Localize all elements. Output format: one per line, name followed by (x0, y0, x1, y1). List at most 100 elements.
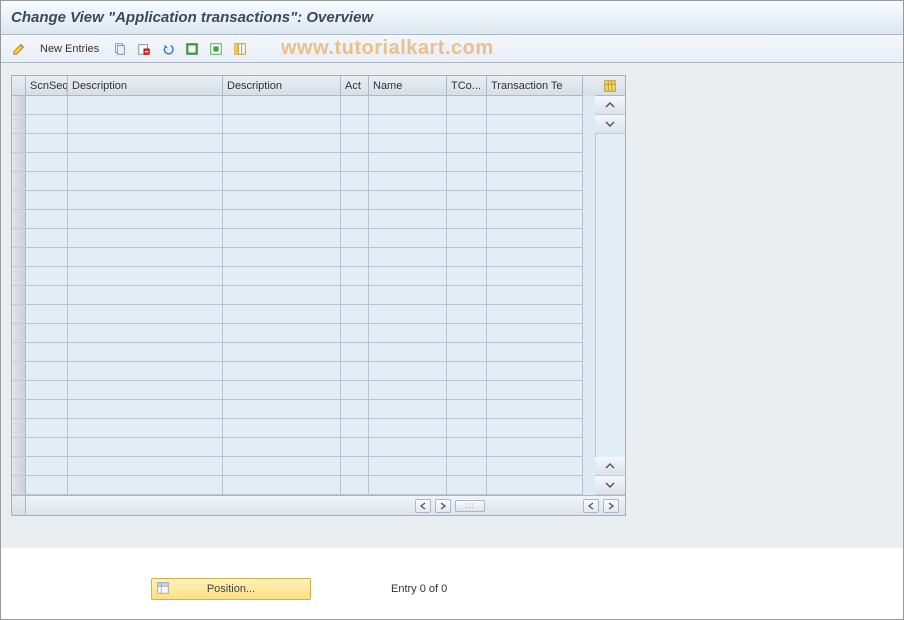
toggle-edit-button[interactable] (9, 39, 29, 59)
table-cell[interactable] (487, 191, 583, 210)
table-cell[interactable] (223, 305, 341, 324)
table-cell[interactable] (26, 419, 68, 438)
table-cell[interactable] (26, 172, 68, 191)
undo-button[interactable] (158, 39, 178, 59)
table-cell[interactable] (487, 419, 583, 438)
table-cell[interactable] (26, 324, 68, 343)
table-cell[interactable] (68, 153, 223, 172)
table-cell[interactable] (341, 286, 369, 305)
table-cell[interactable] (369, 115, 447, 134)
column-header[interactable]: TCo... (447, 76, 487, 96)
table-cell[interactable] (223, 457, 341, 476)
table-cell[interactable] (447, 343, 487, 362)
table-cell[interactable] (223, 229, 341, 248)
delete-button[interactable] (134, 39, 154, 59)
row-selector[interactable] (12, 229, 26, 248)
table-cell[interactable] (223, 191, 341, 210)
table-cell[interactable] (68, 248, 223, 267)
table-cell[interactable] (369, 400, 447, 419)
table-cell[interactable] (68, 305, 223, 324)
scroll-up-button[interactable] (595, 96, 625, 115)
table-cell[interactable] (447, 172, 487, 191)
table-cell[interactable] (68, 191, 223, 210)
row-selector[interactable] (12, 305, 26, 324)
table-cell[interactable] (26, 362, 68, 381)
table-cell[interactable] (341, 400, 369, 419)
table-cell[interactable] (487, 248, 583, 267)
scroll-down-button-bottom[interactable] (595, 476, 625, 495)
table-cell[interactable] (447, 248, 487, 267)
table-cell[interactable] (223, 286, 341, 305)
deselect-all-button[interactable] (206, 39, 226, 59)
table-cell[interactable] (223, 381, 341, 400)
row-selector[interactable] (12, 457, 26, 476)
table-cell[interactable] (487, 438, 583, 457)
row-selector[interactable] (12, 438, 26, 457)
hscroll-left-button[interactable] (415, 499, 431, 513)
hscroll-right-button[interactable] (435, 499, 451, 513)
row-selector[interactable] (12, 419, 26, 438)
table-cell[interactable] (369, 305, 447, 324)
table-cell[interactable] (341, 343, 369, 362)
position-button[interactable]: Position... (151, 578, 311, 600)
row-selector[interactable] (12, 324, 26, 343)
row-selector[interactable] (12, 191, 26, 210)
table-cell[interactable] (341, 134, 369, 153)
table-cell[interactable] (223, 172, 341, 191)
table-cell[interactable] (68, 134, 223, 153)
table-cell[interactable] (447, 191, 487, 210)
table-cell[interactable] (223, 96, 341, 115)
table-cell[interactable] (26, 286, 68, 305)
table-cell[interactable] (223, 134, 341, 153)
table-cell[interactable] (68, 343, 223, 362)
table-cell[interactable] (487, 476, 583, 495)
table-cell[interactable] (369, 362, 447, 381)
table-cell[interactable] (341, 267, 369, 286)
table-cell[interactable] (26, 96, 68, 115)
scroll-up-button-bottom[interactable] (595, 457, 625, 476)
table-cell[interactable] (487, 362, 583, 381)
hscroll-thumb[interactable]: ::: (455, 500, 485, 512)
table-cell[interactable] (26, 229, 68, 248)
table-cell[interactable] (341, 476, 369, 495)
row-selector[interactable] (12, 96, 26, 115)
table-cell[interactable] (369, 248, 447, 267)
table-cell[interactable] (68, 362, 223, 381)
table-cell[interactable] (369, 381, 447, 400)
table-cell[interactable] (341, 210, 369, 229)
row-selector[interactable] (12, 172, 26, 191)
table-cell[interactable] (68, 210, 223, 229)
table-cell[interactable] (68, 400, 223, 419)
table-cell[interactable] (447, 305, 487, 324)
table-cell[interactable] (341, 305, 369, 324)
table-cell[interactable] (369, 229, 447, 248)
table-cell[interactable] (26, 343, 68, 362)
table-cell[interactable] (447, 210, 487, 229)
table-cell[interactable] (26, 476, 68, 495)
table-cell[interactable] (68, 115, 223, 134)
table-cell[interactable] (369, 438, 447, 457)
table-cell[interactable] (26, 134, 68, 153)
table-cell[interactable] (447, 324, 487, 343)
table-cell[interactable] (447, 134, 487, 153)
select-all-button[interactable] (182, 39, 202, 59)
table-cell[interactable] (26, 153, 68, 172)
table-cell[interactable] (447, 115, 487, 134)
row-selector[interactable] (12, 286, 26, 305)
table-cell[interactable] (68, 286, 223, 305)
table-cell[interactable] (447, 153, 487, 172)
table-cell[interactable] (487, 115, 583, 134)
row-selector[interactable] (12, 267, 26, 286)
table-cell[interactable] (341, 457, 369, 476)
new-entries-button[interactable]: New Entries (33, 39, 106, 59)
table-cell[interactable] (447, 400, 487, 419)
table-cell[interactable] (369, 419, 447, 438)
table-cell[interactable] (68, 324, 223, 343)
column-header[interactable]: Act (341, 76, 369, 96)
table-cell[interactable] (26, 305, 68, 324)
column-header[interactable]: ScnSeq (26, 76, 68, 96)
copy-button[interactable] (110, 39, 130, 59)
table-cell[interactable] (223, 115, 341, 134)
table-cell[interactable] (487, 324, 583, 343)
table-cell[interactable] (369, 134, 447, 153)
